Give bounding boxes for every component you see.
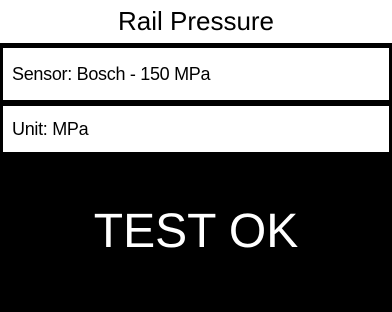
result-panel: TEST OK	[0, 155, 392, 312]
unit-label: Unit: MPa	[12, 118, 89, 139]
unit-field[interactable]: Unit: MPa	[0, 103, 392, 155]
sensor-field[interactable]: Sensor: Bosch - 150 MPa	[0, 45, 392, 103]
device-screen: Rail Pressure Sensor: Bosch - 150 MPa Un…	[0, 0, 392, 312]
test-status-text: TEST OK	[93, 205, 299, 258]
page-title: Rail Pressure	[0, 0, 392, 45]
sensor-label: Sensor: Bosch - 150 MPa	[12, 63, 211, 84]
